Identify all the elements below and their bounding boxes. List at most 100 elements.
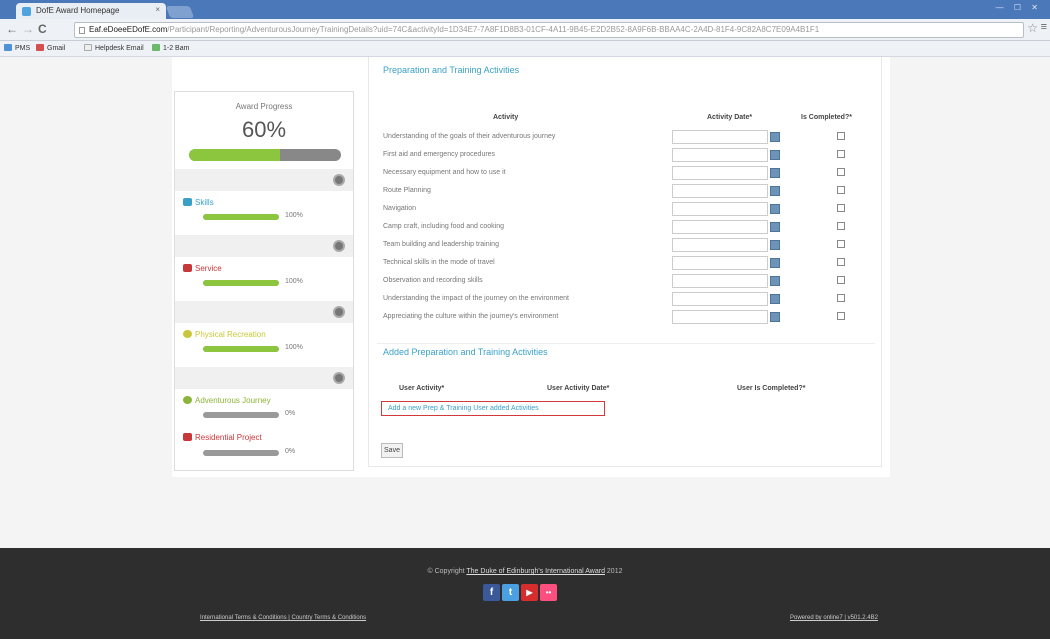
section-percent: 0% xyxy=(285,448,296,455)
activity-date-input[interactable] xyxy=(672,292,768,306)
expand-icon[interactable] xyxy=(333,372,345,384)
calendar-icon[interactable] xyxy=(770,240,780,250)
content-container: Award Progress 60% Skills 100% Service 1… xyxy=(172,57,890,477)
section-percent: 0% xyxy=(285,410,296,417)
forward-icon[interactable]: → xyxy=(22,22,34,36)
completed-checkbox[interactable] xyxy=(837,294,845,302)
bookmark-icon xyxy=(152,44,160,51)
flickr-icon[interactable]: •• xyxy=(540,584,557,601)
section-header xyxy=(175,301,353,323)
section-residential-project: Residential Project 0% xyxy=(175,433,353,469)
completed-checkbox[interactable] xyxy=(837,168,845,176)
bookmark-item[interactable]: 1-2 Bam xyxy=(152,44,189,52)
terms-links[interactable]: International Terms & Conditions | Count… xyxy=(200,615,366,621)
social-links: f t ▶ •• xyxy=(483,584,559,602)
activity-label: Navigation xyxy=(383,205,417,212)
reload-icon[interactable]: C xyxy=(38,22,47,36)
bookmark-icon xyxy=(36,44,44,51)
section-link[interactable]: Adventurous Journey xyxy=(183,396,271,405)
completed-checkbox[interactable] xyxy=(837,276,845,284)
calendar-icon[interactable] xyxy=(770,312,780,322)
bookmark-item[interactable]: Gmail xyxy=(36,44,65,52)
completed-checkbox[interactable] xyxy=(837,222,845,230)
twitter-icon[interactable]: t xyxy=(502,584,519,601)
activity-date-input[interactable] xyxy=(672,202,768,216)
award-progress-fill xyxy=(189,149,281,161)
expand-icon[interactable] xyxy=(333,306,345,318)
calendar-icon[interactable] xyxy=(770,204,780,214)
copyright: © Copyright The Duke of Edinburgh's Inte… xyxy=(427,568,623,575)
activity-row: Camp craft, including food and cooking xyxy=(383,220,873,234)
window-controls[interactable]: — ☐ ✕ xyxy=(996,3,1042,12)
bookmark-item[interactable]: Helpdesk Email xyxy=(84,44,144,52)
add-activity-link[interactable]: Add a new Prep & Training User added Act… xyxy=(381,401,605,416)
section-progress-fill xyxy=(203,214,279,220)
section-link[interactable]: Physical Recreation xyxy=(183,330,266,339)
section-header xyxy=(175,169,353,191)
section-progress-bar xyxy=(203,412,279,418)
browser-tab[interactable]: DofE Award Homepage × xyxy=(16,3,166,19)
activity-date-input[interactable] xyxy=(672,238,768,252)
adventurous-journey-icon xyxy=(183,396,192,404)
activity-date-input[interactable] xyxy=(672,166,768,180)
calendar-icon[interactable] xyxy=(770,132,780,142)
activity-row: Technical skills in the mode of travel xyxy=(383,256,873,270)
expand-icon[interactable] xyxy=(333,174,345,186)
save-button[interactable]: Save xyxy=(381,443,403,458)
favicon-icon xyxy=(22,7,31,16)
activity-date-input[interactable] xyxy=(672,220,768,234)
activity-row: Navigation xyxy=(383,202,873,216)
column-activity: Activity xyxy=(493,114,519,121)
calendar-icon[interactable] xyxy=(770,186,780,196)
completed-checkbox[interactable] xyxy=(837,204,845,212)
completed-checkbox[interactable] xyxy=(837,186,845,194)
completed-checkbox[interactable] xyxy=(837,258,845,266)
column-user-activity: User Activity* xyxy=(399,385,445,392)
url-host: Eaf.eDoeeEDofE.com xyxy=(89,25,168,34)
activity-date-input[interactable] xyxy=(672,256,768,270)
section-percent: 100% xyxy=(285,212,303,219)
activity-row: Appreciating the culture within the jour… xyxy=(383,310,873,324)
skills-icon xyxy=(183,198,192,206)
url-input[interactable]: Eaf.eDoeeEDofE.com/Participant/Reporting… xyxy=(74,22,1024,38)
facebook-icon[interactable]: f xyxy=(483,584,500,601)
close-icon[interactable]: × xyxy=(155,5,160,14)
completed-checkbox[interactable] xyxy=(837,240,845,248)
section-progress-bar xyxy=(203,214,279,220)
activity-row: Team building and leadership training xyxy=(383,238,873,252)
calendar-icon[interactable] xyxy=(770,258,780,268)
section-header xyxy=(175,367,353,389)
activity-date-input[interactable] xyxy=(672,274,768,288)
activity-label: Camp craft, including food and cooking xyxy=(383,223,505,230)
section-link[interactable]: Skills xyxy=(183,198,214,207)
completed-checkbox[interactable] xyxy=(837,132,845,140)
calendar-icon[interactable] xyxy=(770,294,780,304)
powered-by-link[interactable]: Powered by online7 | v501.2.4B2 xyxy=(790,615,878,621)
menu-icon[interactable]: ≡ xyxy=(1041,21,1047,33)
youtube-icon[interactable]: ▶ xyxy=(521,584,538,601)
expand-icon[interactable] xyxy=(333,240,345,252)
section-service: Service 100% xyxy=(175,235,353,301)
bookmark-item[interactable]: PMS xyxy=(4,44,30,52)
bookmark-star-icon[interactable]: ☆ xyxy=(1027,21,1038,35)
column-activity-date: Activity Date* xyxy=(707,114,753,121)
completed-checkbox[interactable] xyxy=(837,150,845,158)
calendar-icon[interactable] xyxy=(770,222,780,232)
service-icon xyxy=(183,264,192,272)
calendar-icon[interactable] xyxy=(770,276,780,286)
activity-date-input[interactable] xyxy=(672,130,768,144)
activity-date-input[interactable] xyxy=(672,310,768,324)
calendar-icon[interactable] xyxy=(770,150,780,160)
activity-date-input[interactable] xyxy=(672,148,768,162)
calendar-icon[interactable] xyxy=(770,168,780,178)
new-tab-button[interactable] xyxy=(165,6,195,18)
section-adventurous-journey: Adventurous Journey 0% xyxy=(175,367,353,433)
copyright-link[interactable]: The Duke of Edinburgh's International Aw… xyxy=(466,568,605,575)
section-link[interactable]: Service xyxy=(183,264,222,273)
page-icon xyxy=(79,27,85,34)
activity-date-input[interactable] xyxy=(672,184,768,198)
section-link[interactable]: Residential Project xyxy=(183,433,262,442)
activity-row: Understanding the impact of the journey … xyxy=(383,292,873,306)
back-icon[interactable]: ← xyxy=(6,22,18,36)
completed-checkbox[interactable] xyxy=(837,312,845,320)
